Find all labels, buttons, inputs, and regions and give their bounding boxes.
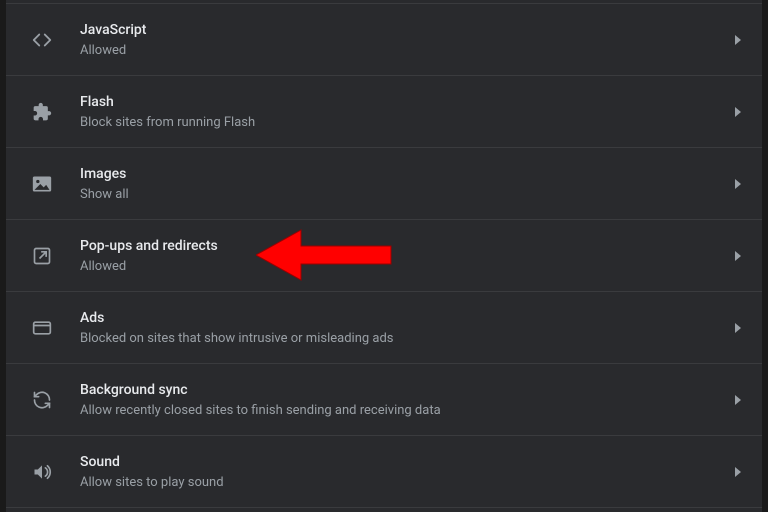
row-subtitle: Allowed — [80, 42, 734, 60]
chevron-right-icon — [734, 395, 742, 405]
row-title: Images — [80, 164, 734, 184]
settings-row-text: Background sync Allow recently closed si… — [80, 380, 734, 420]
ad-box-icon — [30, 316, 54, 340]
settings-row-sound[interactable]: Sound Allow sites to play sound — [6, 436, 762, 508]
settings-row-text: Pop-ups and redirects Allowed — [80, 236, 734, 276]
settings-row-text: JavaScript Allowed — [80, 20, 734, 60]
chevron-right-icon — [734, 323, 742, 333]
settings-row-text: Ads Blocked on sites that show intrusive… — [80, 308, 734, 348]
row-title: JavaScript — [80, 20, 734, 40]
puzzle-icon — [30, 100, 54, 124]
chevron-right-icon — [734, 107, 742, 117]
row-subtitle: Allow recently closed sites to finish se… — [80, 402, 734, 420]
code-icon — [30, 28, 54, 52]
settings-row-text: Images Show all — [80, 164, 734, 204]
sound-icon — [30, 460, 54, 484]
settings-row-images[interactable]: Images Show all — [6, 148, 762, 220]
settings-row-background-sync[interactable]: Background sync Allow recently closed si… — [6, 364, 762, 436]
sync-icon — [30, 388, 54, 412]
settings-row-text: Flash Block sites from running Flash — [80, 92, 734, 132]
row-title: Flash — [80, 92, 734, 112]
row-title: Background sync — [80, 380, 734, 400]
settings-row-popups[interactable]: Pop-ups and redirects Allowed — [6, 220, 762, 292]
row-subtitle: Block sites from running Flash — [80, 114, 734, 132]
row-title: Sound — [80, 452, 734, 472]
chevron-right-icon — [734, 179, 742, 189]
popup-icon — [30, 244, 54, 268]
chevron-right-icon — [734, 35, 742, 45]
row-title: Ads — [80, 308, 734, 328]
row-subtitle: Allowed — [80, 258, 734, 276]
chevron-right-icon — [734, 251, 742, 261]
image-icon — [30, 172, 54, 196]
row-subtitle: Allow sites to play sound — [80, 474, 734, 492]
settings-row-ads[interactable]: Ads Blocked on sites that show intrusive… — [6, 292, 762, 364]
row-title: Pop-ups and redirects — [80, 236, 734, 256]
settings-row-text: Sound Allow sites to play sound — [80, 452, 734, 492]
row-subtitle: Blocked on sites that show intrusive or … — [80, 330, 734, 348]
chevron-right-icon — [734, 467, 742, 477]
row-subtitle: Show all — [80, 186, 734, 204]
settings-row-javascript[interactable]: JavaScript Allowed — [6, 4, 762, 76]
settings-row-flash[interactable]: Flash Block sites from running Flash — [6, 76, 762, 148]
